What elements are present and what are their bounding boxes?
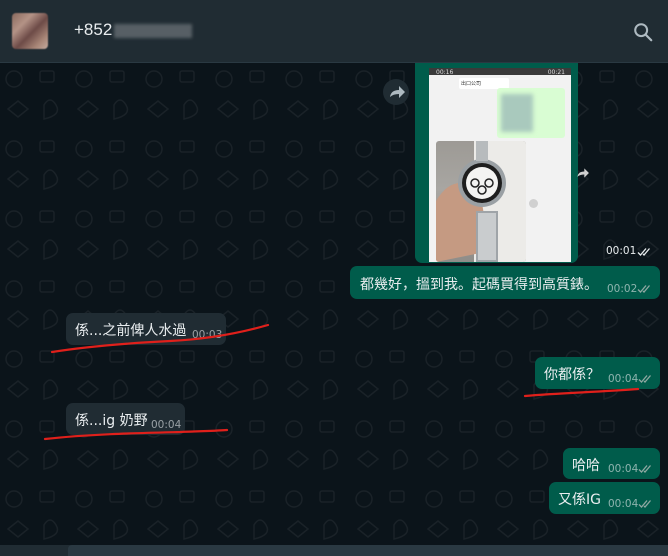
message-outgoing[interactable]: 都幾好，搵到我。起碼買得到高質錶。 00:02 <box>350 266 660 299</box>
message-outgoing[interactable]: 又係IG 00:04 <box>549 482 660 514</box>
contact-name[interactable]: +852 <box>74 20 112 40</box>
screenshot-image[interactable]: 00:16 00:21 出口公司 <box>429 68 571 262</box>
read-receipt-icon <box>638 500 651 508</box>
search-icon[interactable] <box>632 21 654 43</box>
screenshot-status-right: 00:21 <box>547 69 565 76</box>
screenshot-redacted-area <box>501 94 533 132</box>
read-receipt-icon <box>638 465 651 473</box>
message-text: 係...ig 奶野 <box>75 413 148 429</box>
message-incoming[interactable]: 係...之前俾人水過 00:03 <box>66 313 226 345</box>
screenshot-dot <box>529 199 538 208</box>
message-time: 00:03 <box>192 329 223 341</box>
contact-avatar[interactable] <box>12 13 48 49</box>
read-receipt-icon <box>638 375 651 383</box>
message-incoming[interactable]: 係...ig 奶野 00:04 <box>66 403 185 435</box>
read-receipt-icon <box>637 285 650 293</box>
redacted-phone-number <box>114 24 192 38</box>
message-outgoing[interactable]: 哈哈 00:04 <box>563 448 660 479</box>
screenshot-status-left: 00:16 <box>436 69 454 76</box>
read-receipt-icon <box>637 248 650 256</box>
message-text: 都幾好，搵到我。起碼買得到高質錶。 <box>360 277 598 293</box>
message-text: 你都係？ <box>544 367 600 383</box>
screenshot-forward-button[interactable] <box>572 163 592 183</box>
message-time: 00:04 <box>608 373 639 385</box>
message-time: 00:04 <box>608 463 639 475</box>
media-message-time: 00:01 <box>606 245 637 257</box>
message-text: 哈哈 <box>572 458 600 474</box>
chat-header: +852 <box>0 0 668 63</box>
message-time: 00:04 <box>151 419 182 431</box>
message-time: 00:02 <box>607 283 638 295</box>
forward-icon <box>577 168 589 178</box>
watch-photo <box>436 141 526 262</box>
forward-button[interactable] <box>383 79 409 105</box>
message-text: 又係IG <box>558 492 601 508</box>
message-input[interactable] <box>68 545 668 556</box>
message-time: 00:04 <box>608 498 639 510</box>
forward-icon <box>390 86 405 98</box>
message-outgoing[interactable]: 你都係？ 00:04 <box>535 357 660 389</box>
screenshot-status-bar: 00:16 00:21 <box>429 68 571 76</box>
message-text: 係...之前俾人水過 <box>75 323 187 339</box>
